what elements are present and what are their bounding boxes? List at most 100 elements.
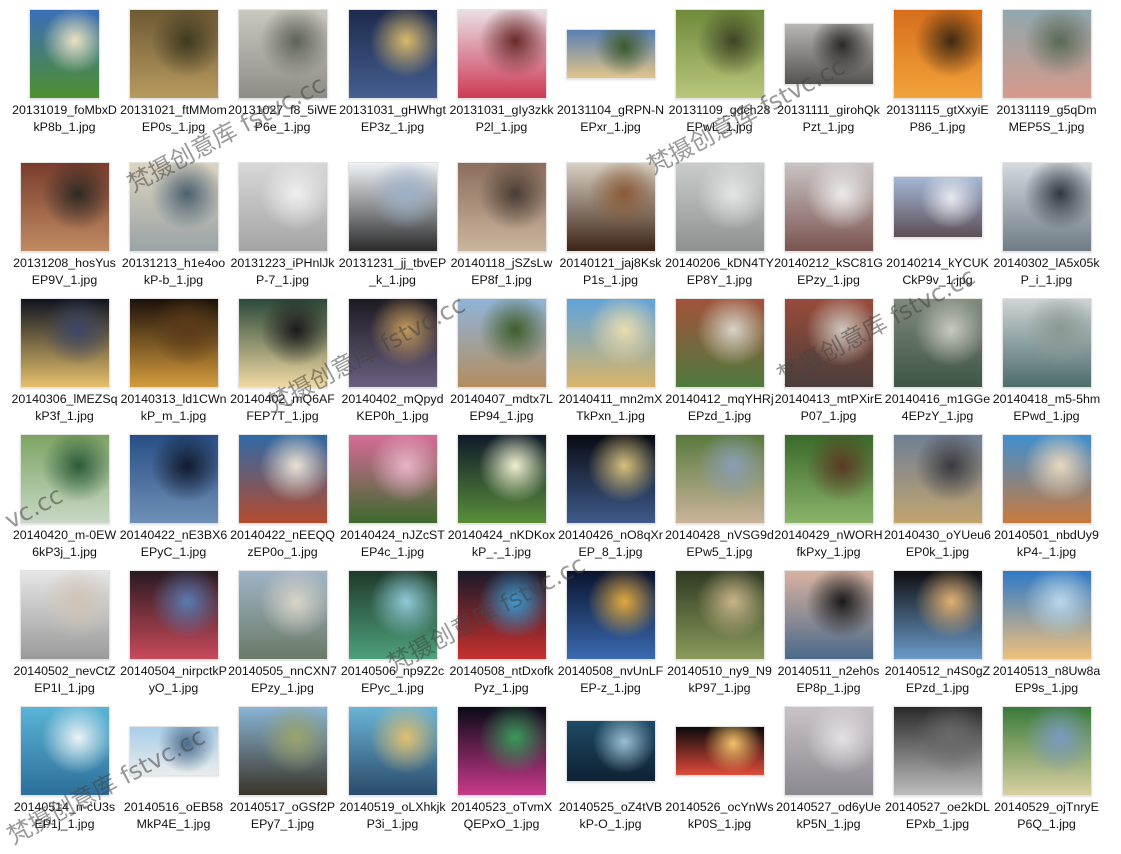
image-thumbnail[interactable] <box>565 433 656 524</box>
file-item[interactable]: 20140412_mqYHRjEPzd_1.jpg <box>665 297 774 433</box>
image-thumbnail[interactable] <box>783 569 874 660</box>
file-item[interactable]: 20140426_nO8qXrEP_8_1.jpg <box>556 433 665 569</box>
file-item[interactable]: 20140517_oGSf2PEPy7_1.jpg <box>228 705 337 841</box>
file-item[interactable]: 20140424_nKDKoxkP_-_1.jpg <box>447 433 556 569</box>
file-item[interactable]: 20131208_hosYusEP9V_1.jpg <box>10 161 119 297</box>
image-thumbnail[interactable] <box>128 725 219 776</box>
image-thumbnail[interactable] <box>783 22 874 85</box>
file-item[interactable]: 20140501_nbdUy9kP4-_1.jpg <box>992 433 1101 569</box>
file-item[interactable]: 20131027_f8_5iWEP6e_1.jpg <box>228 8 337 144</box>
image-thumbnail[interactable] <box>347 705 438 796</box>
image-thumbnail[interactable] <box>29 8 100 99</box>
file-item[interactable]: 20140407_mdtx7LEP94_1.jpg <box>447 297 556 433</box>
image-thumbnail[interactable] <box>565 569 656 660</box>
file-item[interactable]: 20131031_gIy3zkkP2l_1.jpg <box>447 8 556 144</box>
file-item[interactable]: 20140506_np9Z2cEPyc_1.jpg <box>338 569 447 705</box>
file-item[interactable]: 20140428_nVSG9dEPw5_1.jpg <box>665 433 774 569</box>
image-thumbnail[interactable] <box>1001 297 1092 388</box>
file-item[interactable]: 20140527_od6yUekP5N_1.jpg <box>774 705 883 841</box>
image-thumbnail[interactable] <box>128 161 219 252</box>
file-item[interactable]: 20131019_foMbxDkP8b_1.jpg <box>10 8 119 144</box>
file-item[interactable]: 20140525_oZ4tVBkP-O_1.jpg <box>556 705 665 841</box>
image-thumbnail[interactable] <box>456 297 547 388</box>
image-thumbnail[interactable] <box>237 433 328 524</box>
file-item[interactable]: 20140429_nWORHfkPxy_1.jpg <box>774 433 883 569</box>
image-thumbnail[interactable] <box>456 433 547 524</box>
file-item[interactable]: 20140526_ocYnWskP0S_1.jpg <box>665 705 774 841</box>
image-thumbnail[interactable] <box>237 569 328 660</box>
image-thumbnail[interactable] <box>347 297 438 388</box>
image-thumbnail[interactable] <box>1001 433 1092 524</box>
file-item[interactable]: 20140519_oLXhkjkP3i_1.jpg <box>338 705 447 841</box>
image-thumbnail[interactable] <box>1001 8 1092 99</box>
file-item[interactable]: 20140508_ntDxofkPyz_1.jpg <box>447 569 556 705</box>
image-thumbnail[interactable] <box>674 161 765 252</box>
file-item[interactable]: 20140214_kYCUKCkP9v_1.jpg <box>883 161 992 297</box>
file-item[interactable]: 20140502_nevCtZEP1I_1.jpg <box>10 569 119 705</box>
image-thumbnail[interactable] <box>783 433 874 524</box>
file-item[interactable]: 20140504_nirpctkPyO_1.jpg <box>119 569 228 705</box>
file-item[interactable]: 20131021_ftMMomEP0s_1.jpg <box>119 8 228 144</box>
image-thumbnail[interactable] <box>565 161 656 252</box>
file-item[interactable]: 20140413_mtPXirEP07_1.jpg <box>774 297 883 433</box>
file-item[interactable]: 20140512_n4S0gZEPzd_1.jpg <box>883 569 992 705</box>
file-item[interactable]: 20131213_h1e4ookP-b_1.jpg <box>119 161 228 297</box>
file-item[interactable]: 20140523_oTvmXQEPxO_1.jpg <box>447 705 556 841</box>
file-item[interactable]: 20140516_oEB58MkP4E_1.jpg <box>119 705 228 841</box>
image-thumbnail[interactable] <box>565 719 656 782</box>
image-thumbnail[interactable] <box>456 161 547 252</box>
image-thumbnail[interactable] <box>19 569 110 660</box>
image-thumbnail[interactable] <box>892 705 983 796</box>
image-thumbnail[interactable] <box>347 161 438 252</box>
image-thumbnail[interactable] <box>347 569 438 660</box>
file-item[interactable]: 20140212_kSC81GEPzy_1.jpg <box>774 161 883 297</box>
image-thumbnail[interactable] <box>674 297 765 388</box>
file-item[interactable]: 20140511_n2eh0sEP8p_1.jpg <box>774 569 883 705</box>
file-item[interactable]: 20140508_nvUnLFEP-z_1.jpg <box>556 569 665 705</box>
file-item[interactable]: 20140121_jaj8KskP1s_1.jpg <box>556 161 665 297</box>
file-item[interactable]: 20140418_m5-5hmEPwd_1.jpg <box>992 297 1101 433</box>
file-item[interactable]: 20140510_ny9_N9kP97_1.jpg <box>665 569 774 705</box>
image-thumbnail[interactable] <box>565 297 656 388</box>
image-thumbnail[interactable] <box>347 8 438 99</box>
file-item[interactable]: 20131119_g5qDmMEP5S_1.jpg <box>992 8 1101 144</box>
image-thumbnail[interactable] <box>674 569 765 660</box>
file-item[interactable]: 20131223_iPHnlJkP-7_1.jpg <box>228 161 337 297</box>
image-thumbnail[interactable] <box>674 433 765 524</box>
file-item[interactable]: 20140402_mQ6AFFEP7T_1.jpg <box>228 297 337 433</box>
file-item[interactable]: 20140402_mQpydKEP0h_1.jpg <box>338 297 447 433</box>
image-thumbnail[interactable] <box>456 569 547 660</box>
image-thumbnail[interactable] <box>892 433 983 524</box>
image-thumbnail[interactable] <box>19 433 110 524</box>
image-thumbnail[interactable] <box>892 8 983 99</box>
image-thumbnail[interactable] <box>783 297 874 388</box>
image-thumbnail[interactable] <box>237 161 328 252</box>
image-thumbnail[interactable] <box>19 161 110 252</box>
image-thumbnail[interactable] <box>237 8 328 99</box>
image-thumbnail[interactable] <box>456 8 547 99</box>
image-thumbnail[interactable] <box>128 569 219 660</box>
image-thumbnail[interactable] <box>565 28 656 79</box>
file-item[interactable]: 20131031_gHWhgtEP3z_1.jpg <box>338 8 447 144</box>
image-thumbnail[interactable] <box>1001 161 1092 252</box>
file-item[interactable]: 20140302_lA5x05kP_i_1.jpg <box>992 161 1101 297</box>
image-thumbnail[interactable] <box>1001 705 1092 796</box>
image-thumbnail[interactable] <box>128 8 219 99</box>
file-item[interactable]: 20140420_m-0EW6kP3j_1.jpg <box>10 433 119 569</box>
file-item[interactable]: 20140514_n-cU3sEP1j_1.jpg <box>10 705 119 841</box>
file-item[interactable]: 20140422_nEEQQzEP0o_1.jpg <box>228 433 337 569</box>
file-item[interactable]: 20140424_nJZcSTEP4c_1.jpg <box>338 433 447 569</box>
image-thumbnail[interactable] <box>1001 569 1092 660</box>
image-thumbnail[interactable] <box>892 569 983 660</box>
file-item[interactable]: 20140313_ld1CWnkP_m_1.jpg <box>119 297 228 433</box>
image-thumbnail[interactable] <box>237 705 328 796</box>
file-item[interactable]: 20140306_lMEZSqkP3f_1.jpg <box>10 297 119 433</box>
file-item[interactable]: 20140529_ojTnryEP6Q_1.jpg <box>992 705 1101 841</box>
image-thumbnail[interactable] <box>19 297 110 388</box>
image-thumbnail[interactable] <box>456 705 547 796</box>
file-item[interactable]: 20131115_gtXxyiEP86_1.jpg <box>883 8 992 144</box>
file-item[interactable]: 20140118_jSZsLwEP8f_1.jpg <box>447 161 556 297</box>
file-item[interactable]: 20140513_n8Uw8aEP9s_1.jpg <box>992 569 1101 705</box>
image-thumbnail[interactable] <box>892 297 983 388</box>
image-thumbnail[interactable] <box>892 175 983 238</box>
